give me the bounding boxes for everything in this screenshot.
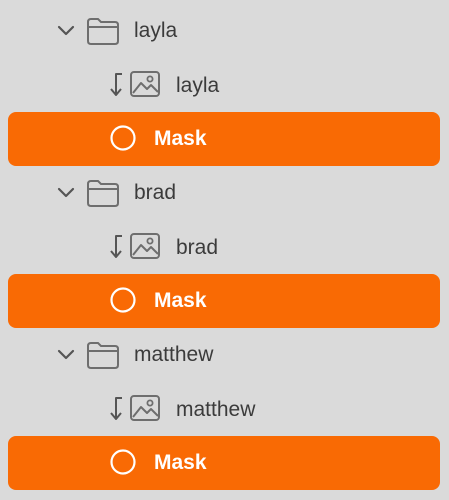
- folder-icon: [87, 180, 119, 207]
- image-layer-label: brad: [176, 236, 219, 259]
- image-layer-row[interactable]: brad: [0, 220, 449, 274]
- circle-icon: [110, 287, 136, 313]
- folder-icon: [87, 18, 119, 45]
- circle-icon: [110, 449, 136, 475]
- mask-layer-row-selected[interactable]: Mask: [8, 112, 440, 166]
- mask-layer-label: Mask: [154, 451, 207, 474]
- image-icon: [130, 71, 160, 97]
- image-icon: [130, 395, 160, 421]
- clip-arrow-icon: [110, 397, 122, 420]
- image-layer-label: layla: [176, 74, 220, 97]
- clip-arrow-icon: [110, 235, 122, 258]
- chevron-down-icon[interactable]: [56, 183, 76, 203]
- layer-group-row[interactable]: layla: [0, 4, 449, 58]
- folder-icon: [87, 342, 119, 369]
- layer-group-label: matthew: [134, 343, 214, 366]
- image-icon: [130, 233, 160, 259]
- clip-arrow-icon: [110, 73, 122, 96]
- layer-group-row[interactable]: matthew: [0, 328, 449, 382]
- mask-layer-row-selected[interactable]: Mask: [8, 436, 440, 490]
- image-layer-label: matthew: [176, 398, 256, 421]
- chevron-down-icon[interactable]: [56, 345, 76, 365]
- layers-panel: layla layla Mask brad brad Mask matthew …: [0, 0, 449, 500]
- mask-layer-label: Mask: [154, 127, 207, 150]
- circle-icon: [110, 125, 136, 151]
- mask-layer-row-selected[interactable]: Mask: [8, 274, 440, 328]
- chevron-down-icon[interactable]: [56, 21, 76, 41]
- layer-group-label: brad: [134, 181, 177, 204]
- mask-layer-label: Mask: [154, 289, 207, 312]
- image-layer-row[interactable]: layla: [0, 58, 449, 112]
- image-layer-row[interactable]: matthew: [0, 382, 449, 436]
- layer-group-row[interactable]: brad: [0, 166, 449, 220]
- layer-group-label: layla: [134, 19, 178, 42]
